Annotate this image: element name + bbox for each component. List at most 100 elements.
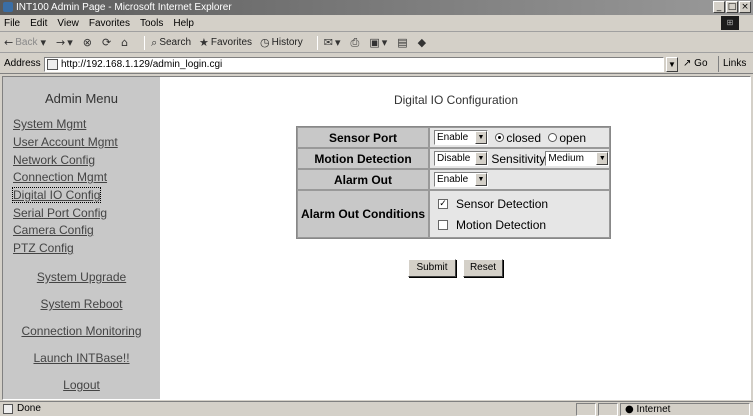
home-icon: ⌂ [121, 36, 129, 49]
chevron-down-icon: ▼ [475, 152, 487, 166]
page-content: Admin Menu System Mgmt User Account Mgmt… [2, 76, 751, 400]
alarm-out-cell: Enable ▼ [429, 169, 611, 190]
sensitivity-select[interactable]: Medium ▼ [545, 151, 610, 167]
sensor-port-select[interactable]: Enable ▼ [434, 130, 488, 146]
page-title: Digital IO Configuration [393, 93, 519, 107]
menu-tools[interactable]: Tools [140, 18, 163, 29]
sensor-closed-radio[interactable] [495, 133, 505, 143]
search-button[interactable]: ⌕ Search [151, 36, 191, 50]
menu-help[interactable]: Help [173, 18, 194, 29]
favorites-icon: ★ [199, 36, 209, 49]
edit-dropdown-icon: ▾ [381, 36, 388, 49]
ie-icon [3, 2, 13, 12]
admin-sidebar: Admin Menu System Mgmt User Account Mgmt… [3, 77, 160, 399]
table-row: Sensor Port Enable ▼ closed open [297, 127, 611, 148]
discuss-button[interactable]: ▤ [397, 36, 409, 49]
back-dropdown-icon: ▾ [40, 36, 46, 49]
stop-icon: ⊗ [82, 36, 92, 49]
sensor-port-cell: Enable ▼ closed open [429, 127, 611, 148]
status-panel [576, 403, 596, 416]
admin-menu-title: Admin Menu [45, 91, 118, 106]
search-icon: ⌕ [151, 35, 158, 49]
status-panel [598, 403, 618, 416]
sidebar-item-connection-mgmt[interactable]: Connection Mgmt [13, 170, 107, 184]
system-reboot-link[interactable]: System Reboot [3, 297, 160, 311]
menu-view[interactable]: View [57, 18, 79, 29]
motion-detection-condition-label: Motion Detection [456, 217, 547, 232]
chevron-down-icon: ▼ [596, 152, 609, 166]
edit-button[interactable]: ▣ ▾ [369, 36, 389, 49]
page-done-icon [3, 404, 13, 414]
address-label: Address [4, 58, 41, 69]
reset-button[interactable]: Reset [463, 259, 503, 277]
sidebar-item-network-config[interactable]: Network Config [13, 153, 95, 167]
system-upgrade-link[interactable]: System Upgrade [3, 270, 160, 284]
refresh-button[interactable]: ⟳ [102, 36, 113, 49]
mail-icon: ✉ [323, 36, 333, 49]
address-input[interactable]: http://192.168.1.129/admin_login.cgi [44, 57, 664, 72]
sidebar-item-serial-port-config[interactable]: Serial Port Config [13, 206, 107, 220]
windows-logo-icon: ⊞ [721, 16, 739, 30]
history-button[interactable]: ◷ History [260, 36, 303, 49]
sensor-open-radio[interactable] [548, 133, 558, 143]
menu-file[interactable]: File [4, 18, 20, 29]
mail-button[interactable]: ✉ ▾ [324, 36, 343, 49]
table-row: Motion Detection Disable ▼ Sensitivity Med… [297, 148, 611, 169]
globe-icon: ● [625, 404, 634, 415]
window-title: INT100 Admin Page - Microsoft Internet E… [16, 2, 232, 13]
address-dropdown-button[interactable]: ▼ [666, 57, 678, 72]
favorites-button[interactable]: ★ Favorites [199, 36, 252, 49]
minimize-button[interactable]: _ [713, 1, 725, 13]
launch-intbase-link[interactable]: Launch INTBase!! [3, 351, 160, 365]
close-button[interactable]: × [739, 1, 751, 13]
forward-arrow-icon: → [55, 36, 66, 49]
motion-detection-select[interactable]: Disable ▼ [434, 151, 488, 167]
back-arrow-icon: ← [4, 36, 14, 49]
sensor-detection-label: Sensor Detection [456, 197, 549, 211]
print-button[interactable]: ⎙ [351, 36, 362, 50]
submit-button[interactable]: Submit [408, 259, 456, 277]
chevron-down-icon: ▼ [475, 131, 487, 145]
sidebar-item-digital-io-config[interactable]: Digital IO Config [11, 187, 102, 203]
status-bar: Done ● Internet [0, 401, 753, 416]
motion-detection-label: Motion Detection [297, 148, 429, 169]
alarm-out-conditions-label: Alarm Out Conditions [297, 190, 429, 238]
alarm-out-label: Alarm Out [297, 169, 429, 190]
toolbar-divider [144, 35, 146, 50]
edit-icon: ▣ [369, 36, 380, 49]
messenger-button[interactable]: ◆ [418, 36, 428, 49]
toolbar-divider [316, 35, 318, 50]
sensor-port-label: Sensor Port [297, 127, 429, 148]
alarm-out-select[interactable]: Enable ▼ [434, 172, 488, 188]
browser-window: INT100 Admin Page - Microsoft Internet E… [0, 0, 753, 416]
maximize-button[interactable]: □ [726, 1, 738, 13]
mail-dropdown-icon: ▾ [334, 36, 341, 49]
print-icon: ⎙ [350, 35, 360, 49]
stop-button[interactable]: ⊗ [83, 36, 94, 49]
home-button[interactable]: ⌂ [121, 36, 130, 49]
sensor-closed-label: closed [506, 130, 542, 145]
connection-monitoring-link[interactable]: Connection Monitoring [3, 324, 160, 338]
toolbar: ← Back ▾ → ▾ ⊗ ⟳ ⌂ ⌕ Search ★ Favorites ◷ Hist… [0, 33, 753, 53]
go-button[interactable]: ↗ Go [683, 58, 708, 69]
sidebar-item-ptz-config[interactable]: PTZ Config [13, 241, 74, 255]
refresh-icon: ⟳ [101, 36, 112, 49]
back-button[interactable]: ← Back ▾ [4, 36, 48, 49]
sidebar-item-camera-config[interactable]: Camera Config [13, 223, 94, 237]
sensor-detection-checkbox[interactable]: ✓ [438, 199, 448, 209]
address-url: http://192.168.1.129/admin_login.cgi [61, 59, 223, 70]
sidebar-item-system-mgmt[interactable]: System Mgmt [13, 117, 86, 131]
chevron-down-icon: ▼ [475, 173, 487, 187]
table-row: Alarm Out Conditions ✓ Sensor Detection M… [297, 190, 611, 238]
sidebar-item-user-account-mgmt[interactable]: User Account Mgmt [13, 135, 118, 149]
menu-edit[interactable]: Edit [30, 18, 47, 29]
menu-favorites[interactable]: Favorites [89, 18, 130, 29]
links-button[interactable]: Links [718, 56, 746, 72]
messenger-icon: ◆ [417, 36, 427, 49]
motion-detection-checkbox[interactable] [438, 219, 448, 230]
status-text: Done [17, 403, 41, 414]
sensitivity-label: Sensitivity [491, 151, 546, 166]
logout-link[interactable]: Logout [3, 378, 160, 392]
forward-dropdown-icon: ▾ [67, 36, 73, 49]
forward-button[interactable]: → ▾ [56, 36, 75, 49]
